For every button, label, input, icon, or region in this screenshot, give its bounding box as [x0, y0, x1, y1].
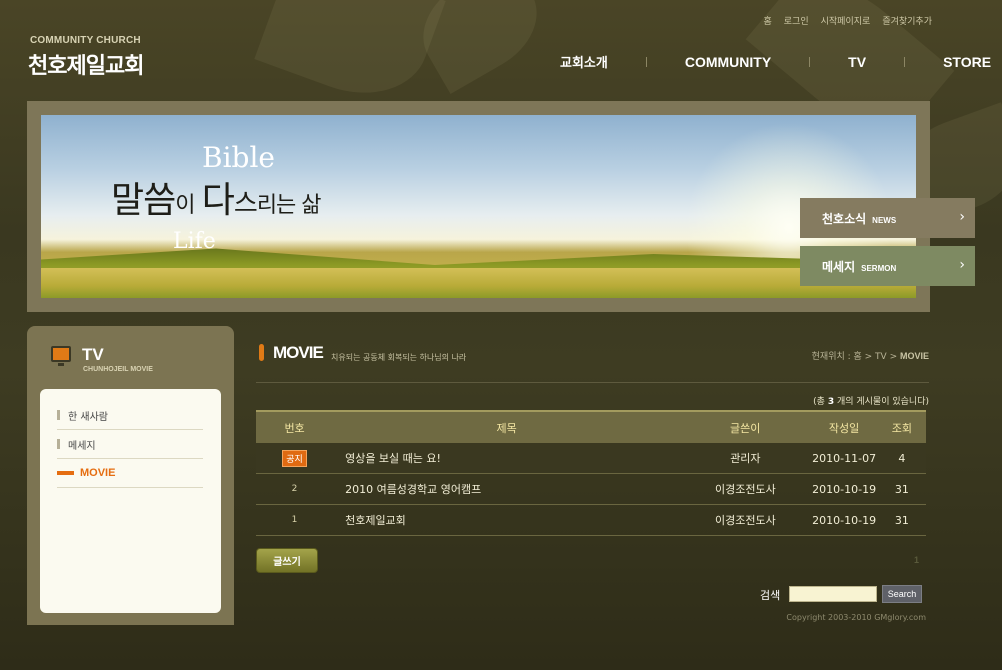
sub-menu-item-new-person[interactable]: 한 새사람: [57, 401, 203, 430]
sermon-button-sublabel: SERMON: [861, 263, 897, 273]
breadcrumb-path: 현재위치 : 홈 > TV >: [811, 352, 900, 362]
table-row: 1 천호제일교회 이경조전도사 2010-10-19 31: [256, 505, 926, 536]
banner-slogan-part: 이: [175, 193, 195, 218]
top-utility-links: 홈 로그인 시작페이지로 즐겨찾기추가: [764, 14, 933, 27]
nav-divider: [645, 56, 647, 67]
nav-item-about[interactable]: 교회소개: [560, 52, 608, 71]
nav-item-community[interactable]: COMMUNITY: [685, 54, 771, 70]
page-title: MOVIE: [273, 343, 324, 362]
section-title: TV: [82, 345, 104, 364]
search-input[interactable]: [789, 586, 877, 602]
sub-menu-item-message[interactable]: 메세지: [57, 430, 203, 459]
decorative-leaf: [254, 0, 446, 114]
row-views: 4: [898, 451, 906, 465]
nav-item-store[interactable]: STORE: [943, 54, 991, 70]
row-writer: 관리자: [730, 452, 761, 465]
row-date: 2010-10-19: [812, 513, 877, 527]
row-title-link[interactable]: 2010 여름성경학교 영어캠프: [333, 481, 680, 497]
decorative-leaf: [405, 0, 555, 94]
column-header-title: 제목: [496, 421, 517, 435]
menu-bullet-icon: [57, 471, 74, 475]
sub-menu-item-movie[interactable]: MOVIE: [57, 459, 203, 488]
top-link-startpage[interactable]: 시작페이지로: [821, 14, 871, 27]
post-count-prefix: (총: [813, 397, 828, 407]
row-title-link[interactable]: 천호제일교회: [333, 512, 680, 528]
tv-icon: [51, 346, 71, 366]
breadcrumb: 현재위치 : 홈 > TV > MOVIE: [812, 349, 929, 362]
column-header-writer: 글쓴이: [730, 421, 761, 435]
chevron-right-icon: ›: [959, 257, 965, 273]
search-button[interactable]: Search: [882, 585, 922, 603]
row-no: 공지: [256, 449, 333, 467]
table-row: 2 2010 여름성경학교 영어캠프 이경조전도사 2010-10-19 31: [256, 474, 926, 505]
logo[interactable]: 천호제일교회: [28, 48, 144, 80]
row-date: 2010-10-19: [812, 482, 877, 496]
nav-item-tv[interactable]: TV: [848, 54, 866, 70]
row-date: 2010-11-07: [812, 451, 877, 465]
logo-subtitle: COMMUNITY CHURCH: [30, 35, 141, 46]
banner-slogan-part: 스: [233, 189, 258, 219]
notice-badge: 공지: [282, 449, 307, 467]
row-writer: 이경조전도사: [715, 483, 776, 496]
news-button-label: 천호소식: [822, 211, 867, 226]
row-title-link[interactable]: 영상을 보실 때는 요!: [333, 450, 680, 466]
post-count-suffix: 개의 게시물이 있습니다): [834, 397, 929, 407]
banner-field: [41, 268, 916, 298]
sub-menu-item-label: MOVIE: [80, 467, 116, 479]
nav-divider: [904, 56, 906, 67]
news-button[interactable]: 천호소식 NEWS ›: [800, 198, 975, 238]
chevron-right-icon: ›: [959, 209, 965, 225]
table-header: 번호 제목 글쓴이 작성일 조회: [256, 410, 926, 443]
sub-menu-item-label: 메세지: [68, 440, 96, 452]
sermon-button-label: 메세지: [822, 259, 856, 274]
row-writer: 이경조전도사: [715, 514, 776, 527]
row-views: 31: [894, 482, 909, 496]
column-header-date: 작성일: [828, 421, 860, 435]
main-nav: 교회소개 COMMUNITY TV STORE: [560, 52, 991, 71]
row-no: 1: [291, 515, 298, 525]
header-divider: [256, 382, 929, 383]
write-button[interactable]: 글쓰기: [256, 548, 318, 573]
main-banner: Bible 말씀이 다스리는 삶 Life: [41, 115, 916, 298]
banner-slogan-part: 리는 삶: [256, 193, 322, 218]
row-no: 2: [291, 484, 298, 494]
banner-text-bible: Bible: [202, 141, 275, 174]
news-button-sublabel: NEWS: [872, 215, 897, 225]
row-views: 31: [894, 513, 909, 527]
page-description: 치유되는 공동체 회복되는 하나님의 나라: [331, 353, 467, 362]
section-subtitle: CHUNHOJEIL MOVIE: [83, 366, 153, 373]
top-link-login[interactable]: 로그인: [784, 14, 809, 27]
column-header-views: 조회: [891, 421, 913, 435]
sermon-button[interactable]: 메세지 SERMON ›: [800, 246, 975, 286]
sub-menu-item-label: 한 새사람: [68, 411, 108, 423]
breadcrumb-current: MOVIE: [899, 351, 929, 361]
top-link-home[interactable]: 홈: [764, 14, 772, 27]
column-header-no: 번호: [284, 421, 305, 435]
nav-divider: [809, 56, 811, 67]
board-table: 번호 제목 글쓴이 작성일 조회 공지 영상을 보실 때는 요! 관리자 201…: [256, 410, 926, 536]
title-marker-icon: [259, 344, 264, 361]
table-row: 공지 영상을 보실 때는 요! 관리자 2010-11-07 4: [256, 443, 926, 474]
search-label: 검색: [760, 589, 781, 602]
menu-bullet-icon: [57, 439, 60, 449]
banner-slogan-part: 말씀: [111, 180, 176, 221]
pagination-page[interactable]: 1: [914, 555, 919, 565]
top-link-bookmark[interactable]: 즐겨찾기추가: [882, 14, 932, 27]
banner-slogan: 말씀이 다스리는 삶: [111, 171, 322, 223]
banner-slogan-part: 다: [201, 180, 235, 221]
copyright: Copyright 2003-2010 GMglory.com: [786, 613, 926, 622]
banner-text-life: Life: [173, 229, 216, 254]
post-count: (총 3 개의 게시물이 있습니다): [813, 394, 929, 407]
menu-bullet-icon: [57, 410, 60, 420]
